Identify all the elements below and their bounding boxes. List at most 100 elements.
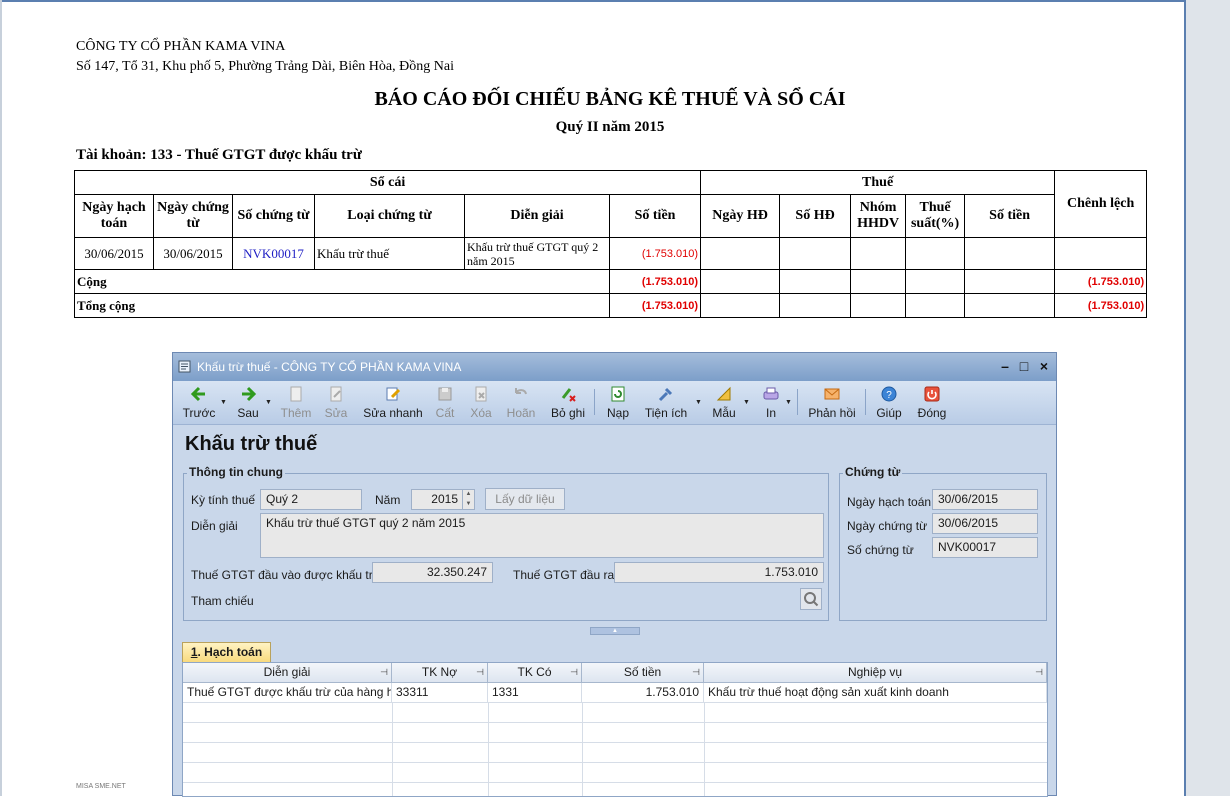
company-address: Số 147, Tổ 31, Khu phố 5, Phường Trảng D… xyxy=(76,59,454,74)
description-label: Diễn giải xyxy=(191,519,238,533)
grid-cell-nghiep-vu[interactable]: Khấu trừ thuế hoạt động sản xuất kinh do… xyxy=(704,683,1047,703)
grid-header-nghiep-vu[interactable]: Nghiệp vụ ⊣ xyxy=(704,663,1047,683)
grid-cell-dien-giai[interactable]: Thuế GTGT được khấu trừ của hàng hó xyxy=(183,683,392,703)
input-vat-field[interactable]: 32.350.247 xyxy=(372,562,493,583)
grid-header-text: TK Có xyxy=(517,665,552,679)
chevron-down-icon[interactable]: ▼ xyxy=(265,399,272,406)
col-ngay-hach-toan: Ngày hạch toán xyxy=(74,194,154,238)
cell-ngay-hach-toan: 30/06/2015 xyxy=(74,237,154,270)
cell-dien-giai: Khấu trừ thuế GTGT quý 2 năm 2015 xyxy=(464,237,610,270)
edit-button[interactable]: Sửa xyxy=(321,383,351,423)
feedback-button[interactable]: Phản hồi xyxy=(807,383,857,423)
grid-header-tk-no[interactable]: TK Nợ ⊣ xyxy=(392,663,488,683)
total-empty-cell xyxy=(779,293,852,318)
posting-date-field[interactable]: 30/06/2015 xyxy=(932,489,1038,510)
grid-cell-tk-co[interactable]: 1331 xyxy=(488,683,582,703)
pin-icon[interactable]: ⊣ xyxy=(570,663,578,682)
pin-icon[interactable]: ⊣ xyxy=(476,663,484,682)
print-label: In xyxy=(765,406,776,420)
cell-so-chung-tu-link[interactable]: NVK00017 xyxy=(232,237,315,270)
pencil-icon xyxy=(386,387,401,401)
toolbar-separator xyxy=(594,389,595,415)
total-label: Tổng cộng xyxy=(74,293,610,318)
grid-cell-tk-no[interactable]: 33311 xyxy=(392,683,488,703)
chevron-down-icon[interactable]: ▼ xyxy=(220,399,227,406)
grid-header-tk-co[interactable]: TK Có ⊣ xyxy=(488,663,582,683)
dialog-titlebar[interactable]: Khấu trừ thuế - CÔNG TY CỔ PHẦN KAMA VIN… xyxy=(173,353,1056,381)
watermark: MISA SME.NET xyxy=(76,783,126,790)
maximize-icon[interactable]: □ xyxy=(1016,358,1032,374)
voucher-date-field[interactable]: 30/06/2015 xyxy=(932,513,1038,534)
grid-cell-so-tien[interactable]: 1.753.010 xyxy=(582,683,704,703)
back-button[interactable]: Trước xyxy=(181,383,217,423)
reload-button[interactable]: Nạp xyxy=(604,383,632,423)
collapse-panel-icon[interactable]: ▲ xyxy=(590,627,640,635)
refresh-icon xyxy=(611,386,625,402)
add-button[interactable]: Thêm xyxy=(279,383,313,423)
print-button[interactable]: In xyxy=(757,383,785,423)
search-icon xyxy=(804,592,819,607)
template-button[interactable]: Mẫu xyxy=(709,383,739,423)
subtotal-empty-cell xyxy=(905,269,966,294)
cell-nhom-hhdv xyxy=(850,237,907,270)
grid-col-line xyxy=(704,703,705,796)
subtotal-label: Cộng xyxy=(74,269,610,294)
cell-loai-chung-tu: Khấu trừ thuế xyxy=(314,237,465,270)
next-label: Sau xyxy=(237,406,259,420)
voucher-no-field[interactable]: NVK00017 xyxy=(932,537,1038,558)
chevron-down-icon[interactable]: ▼ xyxy=(695,399,702,406)
printer-icon xyxy=(763,387,779,400)
pin-icon[interactable]: ⊣ xyxy=(380,663,388,682)
close-button[interactable]: Đóng xyxy=(915,383,949,423)
close-window-icon[interactable]: × xyxy=(1036,358,1052,374)
fetch-data-button[interactable]: Lấy dữ liệu xyxy=(485,488,565,510)
reference-label: Tham chiếu xyxy=(191,594,254,608)
unpost-button[interactable]: Bỏ ghi xyxy=(549,383,587,423)
chevron-down-icon[interactable]: ▼ xyxy=(785,399,792,406)
chevron-down-icon[interactable]: ▼ xyxy=(743,399,750,406)
save-button[interactable]: Cất xyxy=(433,383,457,423)
utilities-button[interactable]: Tiện ích xyxy=(643,383,689,423)
grid-empty-rows[interactable] xyxy=(183,703,1047,796)
next-button[interactable]: Sau xyxy=(233,383,263,423)
reference-lookup-button[interactable] xyxy=(800,588,822,610)
voucher-no-label: Số chứng từ xyxy=(847,543,914,557)
delete-button[interactable]: Xóa xyxy=(467,383,495,423)
minimize-icon[interactable]: – xyxy=(997,358,1013,374)
tab-hach-toan[interactable]: 1. Hạch toán xyxy=(182,642,271,663)
col-so-tien-thue: Số tiền xyxy=(964,194,1056,238)
year-spinner-icon[interactable]: ▲ ▼ xyxy=(462,489,474,510)
header-chenh-lech: Chênh lệch xyxy=(1054,170,1148,238)
posting-date-label: Ngày hạch toán xyxy=(847,495,932,509)
header-so-cai: Sổ cái xyxy=(73,170,702,195)
undo-icon xyxy=(515,388,527,395)
template-label: Mẫu xyxy=(712,406,736,420)
grid-header-so-tien[interactable]: Số tiền ⊣ xyxy=(582,663,704,683)
year-label: Năm xyxy=(375,493,401,507)
pin-icon[interactable]: ⊣ xyxy=(692,663,700,682)
delete-document-icon xyxy=(475,386,487,402)
grid-header-text: Diễn giải xyxy=(263,665,311,679)
utilities-label: Tiện ích xyxy=(644,406,688,420)
col-so-tien: Số tiền xyxy=(608,194,702,238)
cell-so-tien: (1.753.010) xyxy=(608,237,702,270)
help-button[interactable]: ? Giúp xyxy=(874,383,904,423)
undo-button[interactable]: Hoãn xyxy=(504,383,538,423)
unpost-label: Bỏ ghi xyxy=(550,406,586,420)
report-period: Quý II năm 2015 xyxy=(555,119,665,135)
total-empty-cell xyxy=(905,293,966,318)
unpost-icon xyxy=(561,388,576,402)
description-input[interactable]: Khấu trừ thuế GTGT quý 2 năm 2015 xyxy=(260,513,824,558)
quick-edit-button[interactable]: Sửa nhanh xyxy=(363,383,423,423)
grid-header-dien-giai[interactable]: Diễn giải ⊣ xyxy=(183,663,392,683)
table-row: 30/06/2015 30/06/2015 NVK00017 Khấu trừ … xyxy=(74,237,1148,270)
output-vat-field[interactable]: 1.753.010 xyxy=(614,562,824,583)
cell-ngay-chung-tu: 30/06/2015 xyxy=(153,237,233,270)
arrow-right-icon xyxy=(242,386,257,402)
tax-deduction-dialog: Khấu trừ thuế - CÔNG TY CỔ PHẦN KAMA VIN… xyxy=(172,352,1057,797)
pin-icon[interactable]: ⊣ xyxy=(1035,663,1043,682)
save-label: Cất xyxy=(435,406,455,420)
cell-so-hd xyxy=(779,237,852,270)
cell-so-tien-thue xyxy=(964,237,1056,270)
period-select[interactable]: Quý 2 xyxy=(260,489,362,510)
